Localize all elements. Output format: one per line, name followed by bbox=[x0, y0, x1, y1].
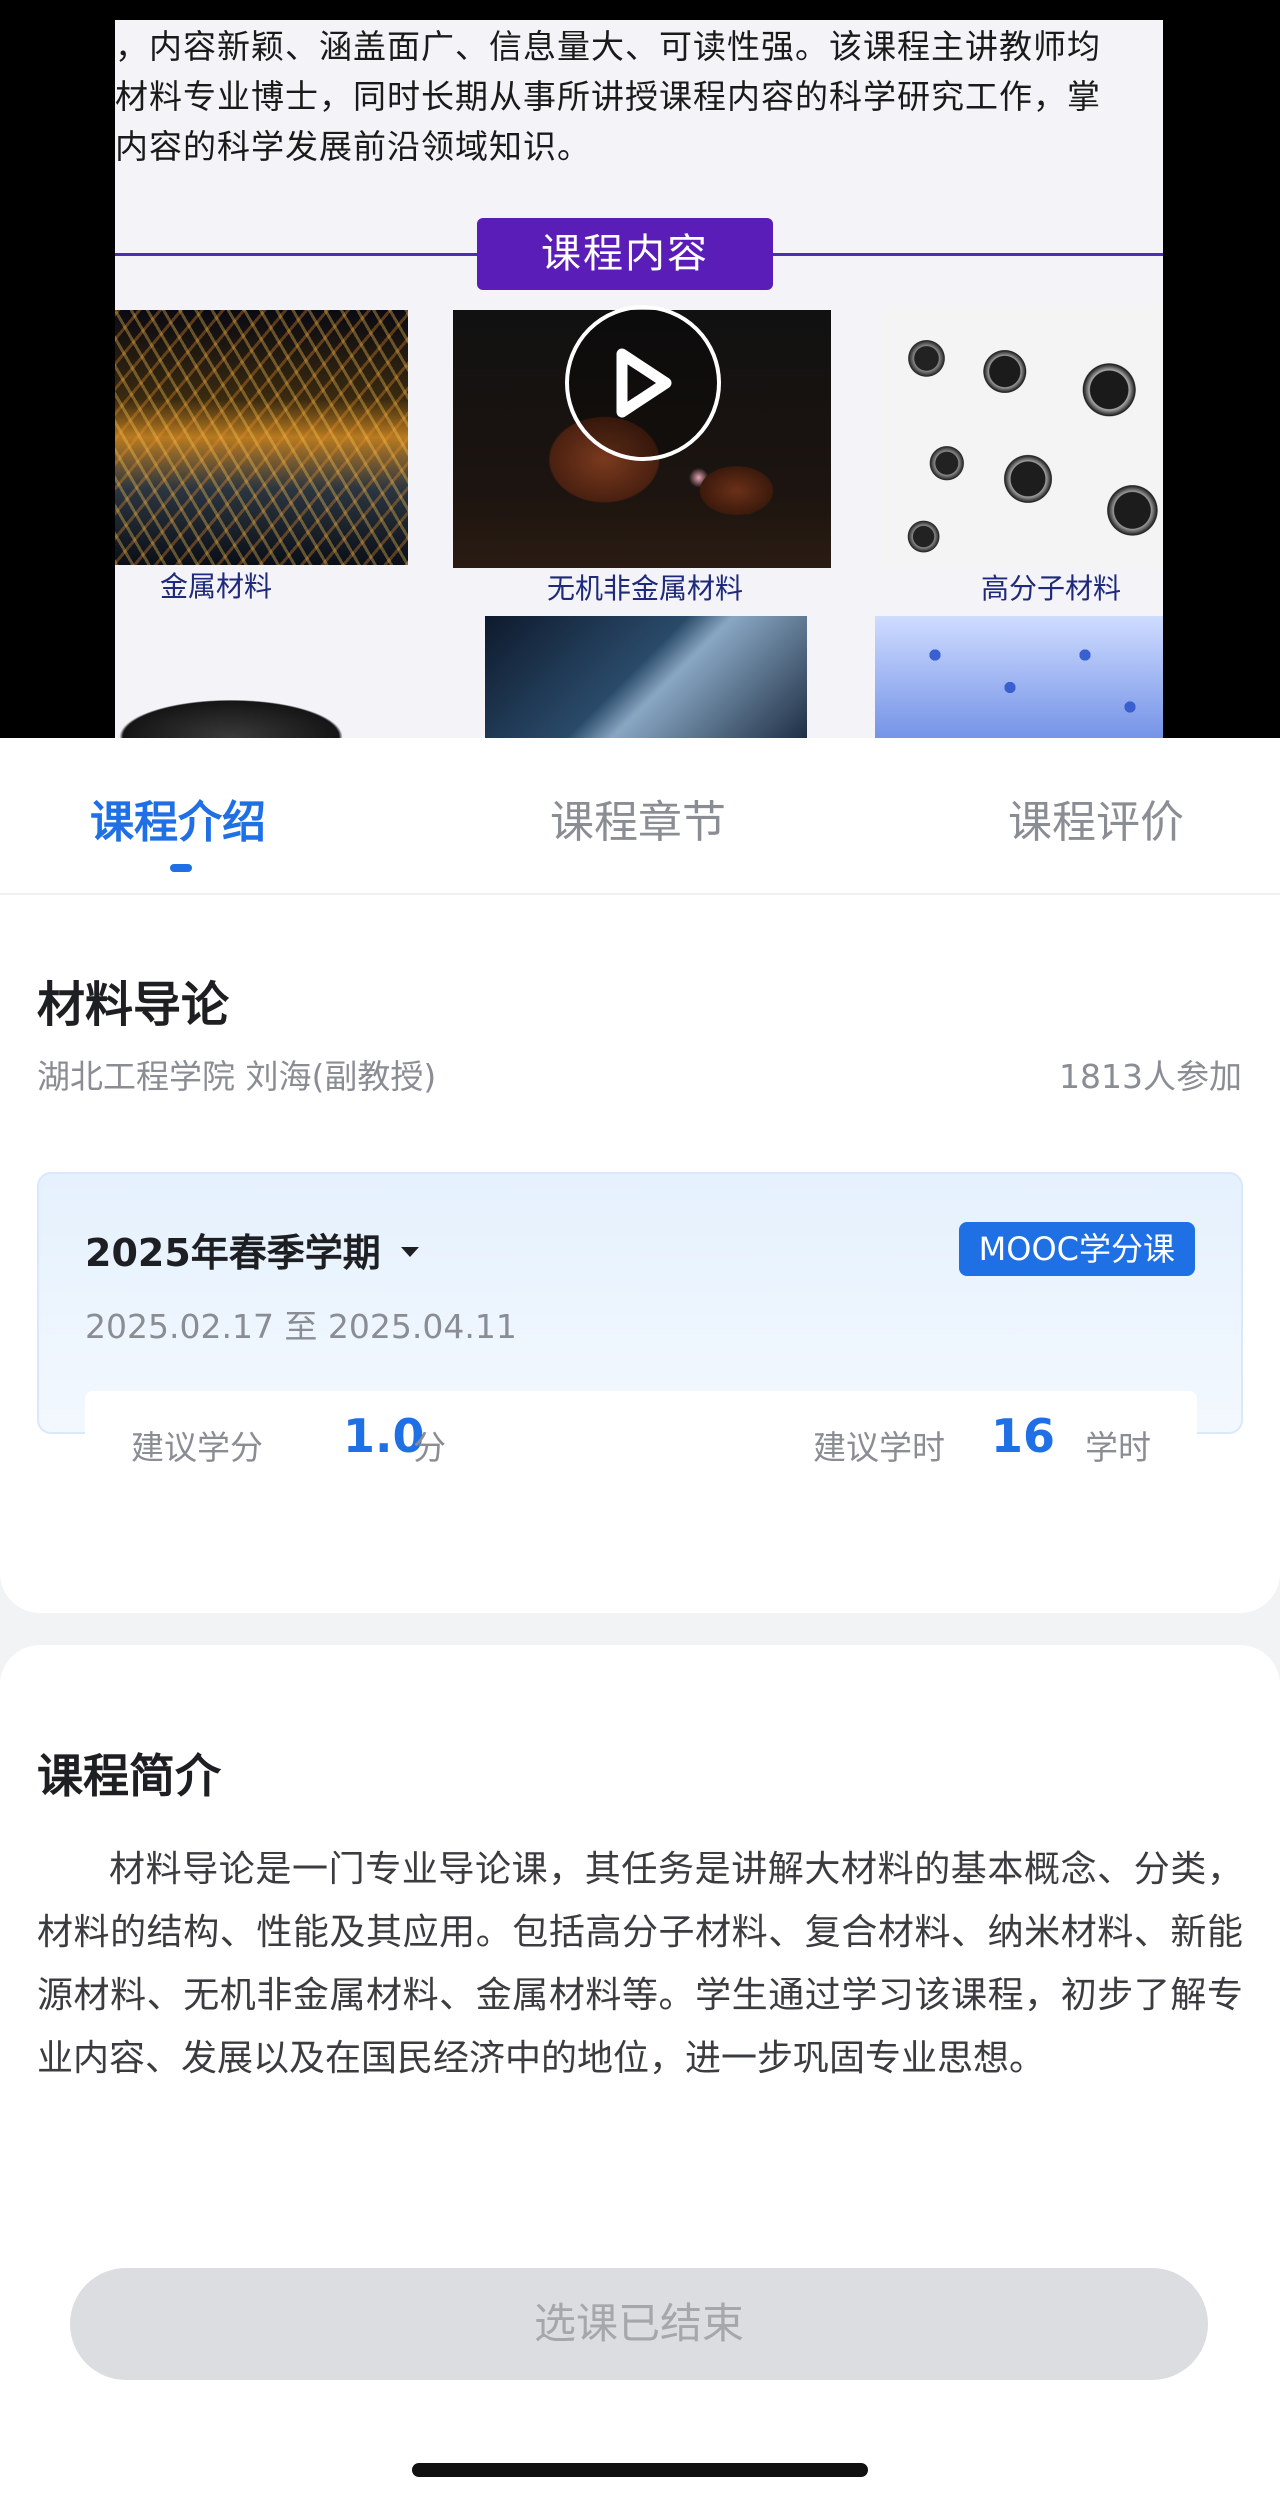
play-icon bbox=[616, 348, 672, 418]
participant-count: 1813人参加 bbox=[1059, 1057, 1242, 1096]
slide-text-line: ，内容新颖、涵盖面广、信息量大、可读性强。该课程主讲教师均 bbox=[115, 27, 1101, 66]
course-video-player[interactable]: ，内容新颖、涵盖面广、信息量大、可读性强。该课程主讲教师均 材料专业博士，同时长… bbox=[0, 0, 1280, 738]
hours-label: 建议学时 bbox=[813, 1428, 945, 1467]
term-panel: 2025年春季学期 MOOC学分课 2025.02.17 至 2025.04.1… bbox=[37, 1172, 1243, 1491]
slide-image-label: 高分子材料 bbox=[981, 572, 1122, 605]
metal-material-image bbox=[115, 310, 408, 565]
slide-divider bbox=[115, 253, 477, 256]
hours-unit: 学时 bbox=[1085, 1428, 1151, 1467]
tab-course-chapters[interactable]: 课程章节 bbox=[550, 786, 726, 850]
crystal-material-image bbox=[485, 616, 807, 738]
term-dates: 2025.02.17 至 2025.04.11 bbox=[85, 1307, 517, 1346]
slide-text-line: 内容的科学发展前沿领域知识。 bbox=[115, 127, 591, 166]
mooc-credit-badge: MOOC学分课 bbox=[958, 1222, 1195, 1276]
slide-text-line: 材料专业博士，同时长期从事所讲授课程内容的科学研究工作，掌 bbox=[115, 77, 1101, 116]
term-stats: 建议学分 1.0 分 建议学时 16 学时 bbox=[85, 1391, 1197, 1491]
course-info-card: 材料导论 湖北工程学院 刘海(副教授) 1813人参加 2025年春季学期 MO… bbox=[0, 895, 1280, 1613]
course-intro-card: 课程简介 材料导论是一门专业导论课，其任务是讲解大材料的基本概念、分类，材料的结… bbox=[0, 1645, 1280, 2500]
term-name: 2025年春季学期 bbox=[85, 1231, 381, 1275]
course-detail-page: ，内容新颖、涵盖面广、信息量大、可读性强。该课程主讲教师均 材料专业博士，同时长… bbox=[0, 0, 1280, 2500]
hours-value: 16 bbox=[991, 1409, 1056, 1463]
course-tabs: 课程介绍 课程章节 课程评价 bbox=[0, 738, 1280, 894]
composite-material-image bbox=[115, 620, 405, 738]
teacher-info: 湖北工程学院 刘海(副教授) bbox=[37, 1057, 437, 1096]
polymer-material-image bbox=[883, 306, 1163, 568]
enroll-button[interactable]: 选课已结束 bbox=[70, 2268, 1208, 2380]
slide-image-label: 金属材料 bbox=[160, 570, 273, 603]
slide-divider bbox=[773, 253, 1163, 256]
tab-course-intro[interactable]: 课程介绍 bbox=[90, 786, 266, 850]
intro-text: 材料导论是一门专业导论课，其任务是讲解大材料的基本概念、分类，材料的结构、性能及… bbox=[37, 1849, 1243, 2079]
credit-label: 建议学分 bbox=[131, 1428, 263, 1467]
active-tab-indicator bbox=[170, 864, 192, 872]
play-button[interactable] bbox=[565, 305, 721, 461]
term-selector[interactable]: 2025年春季学期 bbox=[85, 1222, 419, 1277]
slide-banner: 课程内容 bbox=[477, 218, 773, 290]
home-indicator bbox=[412, 2463, 868, 2477]
nano-material-image bbox=[875, 616, 1163, 738]
credit-unit: 分 bbox=[413, 1428, 446, 1467]
course-title: 材料导论 bbox=[37, 977, 230, 1033]
tab-course-reviews[interactable]: 课程评价 bbox=[1008, 786, 1184, 850]
intro-title: 课程简介 bbox=[37, 1749, 221, 1803]
caret-down-icon bbox=[400, 1246, 419, 1257]
slide-image-label: 无机非金属材料 bbox=[547, 572, 744, 605]
